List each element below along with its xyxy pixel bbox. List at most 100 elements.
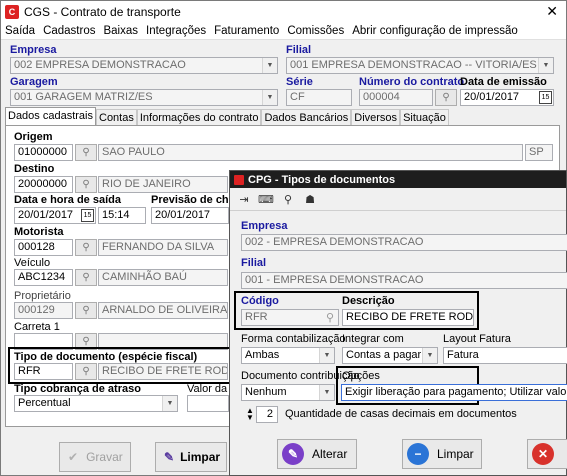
gravar-label: Gravar — [86, 450, 123, 464]
binoculars-icon[interactable]: ⚲ — [75, 269, 97, 286]
tab-situacao[interactable]: Situação — [400, 109, 449, 125]
garagem-select-value: 001 GARAGEM MATRIZ/ES — [14, 91, 153, 103]
proprietario-name: ARNALDO DE OLIVEIRA — [98, 302, 228, 319]
menu-cadastros[interactable]: Cadastros — [43, 25, 95, 37]
empresa-label: Empresa — [10, 44, 57, 56]
dlg-layout-value: Fatura — [447, 349, 479, 361]
dlg-casas-input[interactable]: 2 — [256, 406, 278, 423]
veiculo-label: Veículo — [14, 257, 51, 269]
filial-label: Filial — [286, 44, 312, 56]
cobranca-select[interactable]: Percentual ▼ — [14, 395, 178, 412]
chevron-down-icon: ▼ — [319, 385, 334, 400]
dlg-forma-value: Ambas — [245, 349, 280, 361]
dlg-layout-select[interactable]: Fatura — [443, 347, 567, 364]
tab-informacoes[interactable]: Informações do contrato — [136, 109, 262, 125]
chevron-down-icon: ▼ — [162, 396, 177, 411]
exit-icon[interactable]: ⇥ — [236, 193, 252, 207]
tab-bar: Dados cadastrais Contas Informações do c… — [5, 107, 449, 125]
tab-contas[interactable]: Contas — [96, 109, 137, 125]
serie-input[interactable]: CF — [286, 89, 352, 106]
veiculo-code-input[interactable]: ABC1234 — [14, 269, 73, 286]
previsao-label: Previsão de cheg — [151, 194, 242, 206]
dlg-layout-label: Layout Fatura — [443, 333, 511, 345]
emissao-label: Data de emissão — [460, 76, 547, 88]
valor-input[interactable] — [187, 395, 229, 412]
motorista-label: Motorista — [14, 226, 64, 238]
filial-select-value: 001 EMPRESA DEMONSTRACAO -- VITORIA/ES — [290, 59, 537, 71]
close-icon[interactable]: ✕ — [546, 3, 558, 20]
dlg-descricao-label: Descrição — [342, 295, 395, 307]
limpar-button[interactable]: ✎ Limpar — [155, 442, 227, 472]
dlg-descricao-input[interactable]: RECIBO DE FRETE RODOVIARIO — [342, 309, 474, 326]
filial-select[interactable]: 001 EMPRESA DEMONSTRACAO -- VITORIA/ES ▼ — [286, 57, 554, 74]
carreta-label: Carreta 1 — [14, 321, 60, 333]
dlg-integrar-select[interactable]: Contas a pagar ▼ — [342, 347, 438, 364]
menu-baixas[interactable]: Baixas — [103, 25, 138, 37]
tab-diversos[interactable]: Diversos — [351, 109, 401, 125]
tipos-documentos-dialog: CPG - Tipos de documentos ⇥ ⌨ ⚲ ☗ Empres… — [229, 170, 567, 476]
dlg-opcoes-input[interactable]: Exigir liberação para pagamento; Utiliza… — [341, 384, 567, 401]
menu-comissoes[interactable]: Comissões — [287, 25, 344, 37]
keyboard-icon[interactable]: ⌨ — [258, 193, 274, 207]
garagem-label: Garagem — [10, 76, 58, 88]
binoculars-icon[interactable]: ⚲ — [75, 144, 97, 161]
proprietario-label: Proprietário — [14, 290, 71, 302]
calendar-icon[interactable]: 15 — [81, 209, 94, 222]
dlg-cancel-button[interactable]: ✕ — [527, 439, 567, 469]
empresa-select[interactable]: 002 EMPRESA DEMONSTRACAO ▼ — [10, 57, 278, 74]
binoculars-icon[interactable]: ⚲ — [75, 239, 97, 256]
tab-dados-cadastrais[interactable]: Dados cadastrais — [5, 107, 96, 125]
dlg-doc-contrib-select[interactable]: Nenhum ▼ — [241, 384, 335, 401]
destino-code-input[interactable]: 20000000 — [14, 176, 73, 193]
dlg-alterar-label: Alterar — [312, 447, 348, 461]
menu-faturamento[interactable]: Faturamento — [214, 25, 279, 37]
previsao-date-input[interactable]: 20/01/2017 — [151, 207, 229, 224]
search-icon[interactable]: ⚲ — [280, 193, 296, 207]
minus-icon: − — [407, 443, 429, 465]
stepper-icon[interactable]: ▲ ▼ — [246, 407, 254, 422]
numero-input[interactable]: 000004 — [359, 89, 433, 106]
users-icon[interactable]: ☗ — [302, 193, 318, 207]
limpar-label: Limpar — [180, 450, 221, 464]
garagem-select[interactable]: 001 GARAGEM MATRIZ/ES ▼ — [10, 89, 278, 106]
dlg-integrar-label: Integrar com — [342, 333, 404, 345]
veiculo-name: CAMINHÃO BAÚ — [98, 269, 228, 286]
motorista-code-input[interactable]: 000128 — [14, 239, 73, 256]
eraser-icon: ✎ — [164, 450, 175, 464]
binoculars-icon[interactable]: ⚲ — [75, 176, 97, 193]
calendar-icon[interactable]: 15 — [539, 91, 552, 104]
dlg-limpar-button[interactable]: − Limpar — [402, 439, 482, 469]
tipo-doc-highlight — [8, 347, 231, 384]
search-icon[interactable]: ⚲ — [326, 311, 334, 324]
saida-label: Data e hora de saída — [14, 194, 121, 206]
dlg-codigo-input[interactable]: RFR ⚲ — [241, 309, 339, 326]
dlg-doc-contrib-value: Nenhum — [245, 386, 287, 398]
destino-city: RIO DE JANEIRO — [98, 176, 228, 193]
motorista-name: FERNANDO DA SILVA — [98, 239, 228, 256]
dlg-filial-input: 001 - EMPRESA DEMONSTRACAO — [241, 272, 567, 289]
dlg-filial-label: Filial — [241, 257, 267, 269]
tab-dados-bancarios[interactable]: Dados Bancários — [261, 109, 352, 125]
dlg-empresa-label: Empresa — [241, 220, 288, 232]
title-bar: C CGS - Contrato de transporte ✕ — [1, 1, 566, 22]
gravar-button[interactable]: ✔ Gravar — [59, 442, 131, 472]
menu-bar: Saída Cadastros Baixas Integrações Fatur… — [1, 22, 566, 40]
emissao-input[interactable]: 20/01/2017 15 — [460, 89, 554, 106]
dlg-alterar-button[interactable]: ✎ Alterar — [277, 439, 357, 469]
dlg-empresa-input: 002 - EMPRESA DEMONSTRACAO — [241, 234, 567, 251]
saida-time-input[interactable]: 15:14 — [98, 207, 146, 224]
dlg-integrar-value: Contas a pagar — [346, 349, 422, 361]
binoculars-icon: ⚲ — [75, 302, 97, 319]
binoculars-icon[interactable]: ⚲ — [435, 89, 457, 106]
chevron-down-icon: ▼ — [538, 58, 553, 73]
menu-integracoes[interactable]: Integrações — [146, 25, 206, 37]
origem-label: Origem — [14, 131, 53, 143]
close-icon: ✕ — [532, 443, 554, 465]
dlg-opcoes-label: Opções — [342, 370, 380, 382]
menu-saida[interactable]: Saída — [5, 25, 35, 37]
origem-code-input[interactable]: 01000000 — [14, 144, 73, 161]
saida-date-input[interactable]: 20/01/2017 15 — [14, 207, 96, 224]
destino-label: Destino — [14, 163, 55, 175]
menu-abrir-config[interactable]: Abrir configuração de impressão — [352, 25, 518, 37]
dlg-forma-select[interactable]: Ambas ▼ — [241, 347, 335, 364]
